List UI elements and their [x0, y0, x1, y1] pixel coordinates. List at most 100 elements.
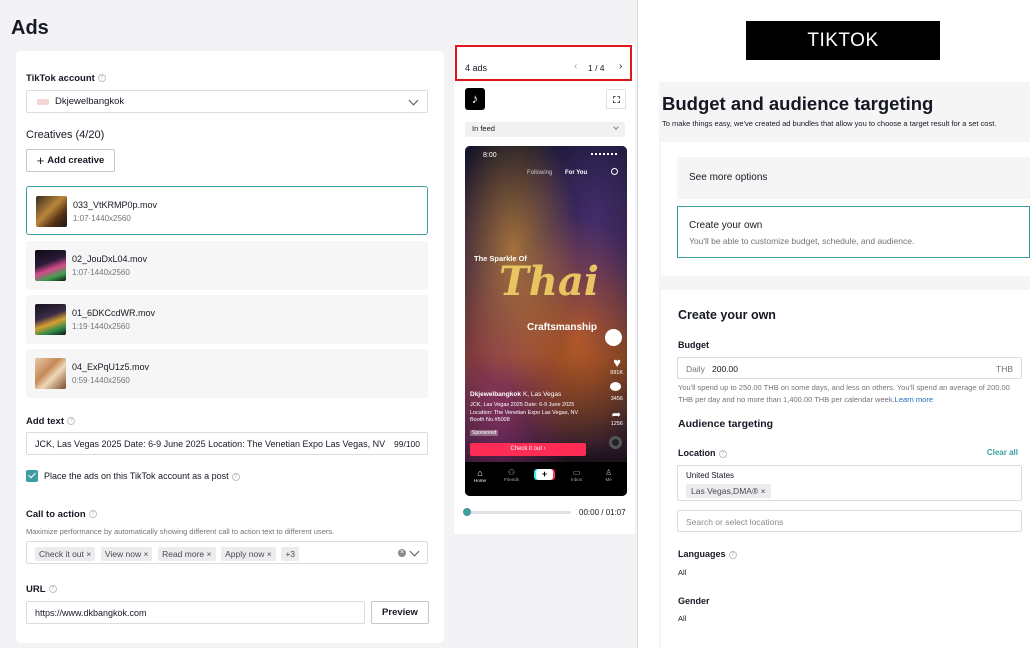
cta-chip[interactable]: Read more × [158, 547, 216, 561]
help-icon[interactable]: ? [718, 449, 727, 458]
close-icon[interactable]: × [761, 486, 766, 496]
location-tag-label: Las Vegas,DMA® [691, 486, 759, 496]
budget-subtitle: To make things easy, we've created ad bu… [662, 119, 997, 128]
tab-for-you[interactable]: For You [565, 170, 587, 176]
add-text-label: Add text [26, 416, 64, 427]
account-logo-icon [37, 99, 49, 105]
creative-item[interactable]: 01_6DKCcdWR.mov 1:19·1440x2560 [26, 295, 428, 344]
like-count: 991K [610, 370, 623, 376]
budget-form: Budget and audience targeting To make th… [659, 82, 1030, 648]
video-cta-button[interactable]: Check it out › [470, 443, 586, 456]
see-more-label: See more options [689, 172, 768, 183]
profile-icon: ♙ [605, 468, 613, 477]
video-time: 00:00 / 01:07 [579, 508, 626, 517]
placement-value: In feed [472, 124, 495, 133]
tiktok-logo-icon: ♪ [465, 88, 485, 110]
cta-more-chip[interactable]: +3 [281, 547, 300, 561]
close-icon[interactable]: × [86, 549, 91, 559]
cta-description: Maximize performance by automatically sh… [26, 527, 335, 536]
location-box: United States Las Vegas,DMA® × [677, 465, 1022, 501]
creative-thumbnail [36, 196, 67, 227]
help-icon[interactable]: ? [728, 550, 737, 559]
url-input[interactable]: https://www.dkbangkok.com [26, 601, 365, 624]
url-value: https://www.dkbangkok.com [35, 608, 147, 618]
help-icon[interactable]: ? [48, 585, 57, 594]
tiktok-banner: TIKTOK [746, 21, 940, 60]
cta-chip-list: Check it out × View now × Read more × Ap… [35, 547, 302, 561]
cta-label-wrap: Call to action? [26, 509, 97, 520]
help-icon[interactable]: ? [88, 510, 97, 519]
account-select[interactable]: Dkjewelbangkok [26, 90, 428, 113]
languages-value[interactable]: All [678, 568, 686, 577]
url-label: URL [26, 584, 46, 595]
nav-home[interactable]: ⌂ Home [474, 468, 486, 483]
close-icon[interactable]: × [207, 549, 212, 559]
post-checkbox[interactable] [26, 470, 38, 482]
creative-meta: 1:07·1440x2560 [72, 268, 130, 277]
video-progress-handle[interactable] [463, 508, 472, 516]
creative-thumbnail [35, 358, 66, 389]
add-creative-button[interactable]: + Add creative [26, 149, 115, 172]
creative-name: 01_6DKCcdWR.mov [72, 308, 156, 318]
close-icon[interactable]: × [143, 549, 148, 559]
see-more-options[interactable]: See more options [677, 157, 1030, 199]
chevron-down-icon [408, 95, 419, 106]
video-progress-bar[interactable] [463, 508, 571, 516]
share-icon[interactable]: ➦ [612, 408, 621, 421]
gender-value[interactable]: All [678, 614, 686, 623]
help-icon[interactable]: ? [97, 74, 106, 83]
account-label: TikTok account [26, 73, 95, 84]
cta-chip[interactable]: Apply now × [221, 547, 276, 561]
page-title: Ads [11, 17, 49, 39]
account-label-wrap: TikTok account? [26, 73, 106, 84]
learn-more-link[interactable]: Learn more [895, 395, 933, 404]
creative-item[interactable]: 02_JouDxL04.mov 1:07·1440x2560 [26, 241, 428, 290]
help-icon[interactable]: ? [67, 417, 75, 426]
help-icon[interactable]: ? [231, 472, 240, 481]
budget-input[interactable]: Daily 200.00 THB [677, 357, 1022, 379]
location-label: Location [678, 448, 716, 458]
create-button[interactable]: + [536, 469, 553, 480]
post-checkbox-label-wrap: Place the ads on this TikTok account as … [44, 471, 240, 481]
close-icon[interactable]: × [267, 549, 272, 559]
clear-icon[interactable]: × [398, 549, 406, 557]
creative-item[interactable]: 033_VtKRMP0p.mov 1:07·1440x2560 [26, 186, 428, 235]
budget-note: You'll spend up to 250.00 THB on some da… [678, 382, 1020, 406]
music-disc-icon[interactable] [609, 436, 622, 449]
username[interactable]: Dkjewelbangkok [470, 391, 521, 398]
cta-chip[interactable]: Check it out × [35, 547, 96, 561]
creative-item[interactable]: 04_ExPqU1z5.mov 0:59·1440x2560 [26, 349, 428, 398]
cta-chip[interactable]: View now × [100, 547, 153, 561]
comment-icon[interactable] [610, 382, 621, 391]
budget-currency: THB [996, 364, 1013, 374]
home-icon: ⌂ [477, 468, 483, 478]
tab-following[interactable]: Following [527, 170, 552, 176]
add-creative-label: Add creative [47, 155, 105, 166]
nav-me[interactable]: ♙ Me [605, 468, 612, 482]
nav-inbox[interactable]: ▭ Inbox [571, 468, 582, 482]
cta-label: Call to action [26, 509, 86, 520]
url-label-wrap: URL? [26, 584, 57, 595]
clear-all-link[interactable]: Clear all [987, 448, 1018, 457]
creator-avatar[interactable] [605, 329, 622, 346]
search-icon[interactable] [611, 168, 618, 175]
location-tag[interactable]: Las Vegas,DMA® × [686, 484, 771, 498]
phone-preview: 8:00 Following For You The Sparkle Of Th… [465, 146, 627, 496]
nav-label: Home [474, 478, 487, 483]
languages-label: Languages [678, 549, 726, 559]
location-search-placeholder: Search or select locations [686, 517, 784, 527]
cta-chip-label: Check it out [39, 549, 84, 559]
nav-label: Inbox [571, 477, 583, 482]
ad-text-input[interactable]: JCK, Las Vegas 2025 Date: 6-9 June 2025 … [26, 432, 428, 455]
nav-friends[interactable]: ⚇ Friends [504, 468, 519, 482]
cta-select[interactable]: Check it out × View now × Read more × Ap… [26, 541, 428, 564]
create-own-option[interactable]: Create your own You'll be able to custom… [677, 206, 1030, 258]
placement-select[interactable]: In feed [465, 122, 625, 137]
fullscreen-icon[interactable] [606, 89, 626, 109]
create-own-card: Create your own Budget Daily 200.00 THB … [661, 290, 1030, 648]
preview-button[interactable]: Preview [371, 601, 429, 624]
location-search-input[interactable]: Search or select locations [677, 510, 1022, 532]
share-count: 1256 [610, 421, 623, 427]
like-icon[interactable]: ♥ [613, 355, 621, 370]
location-label-wrap: Location? [678, 448, 727, 458]
